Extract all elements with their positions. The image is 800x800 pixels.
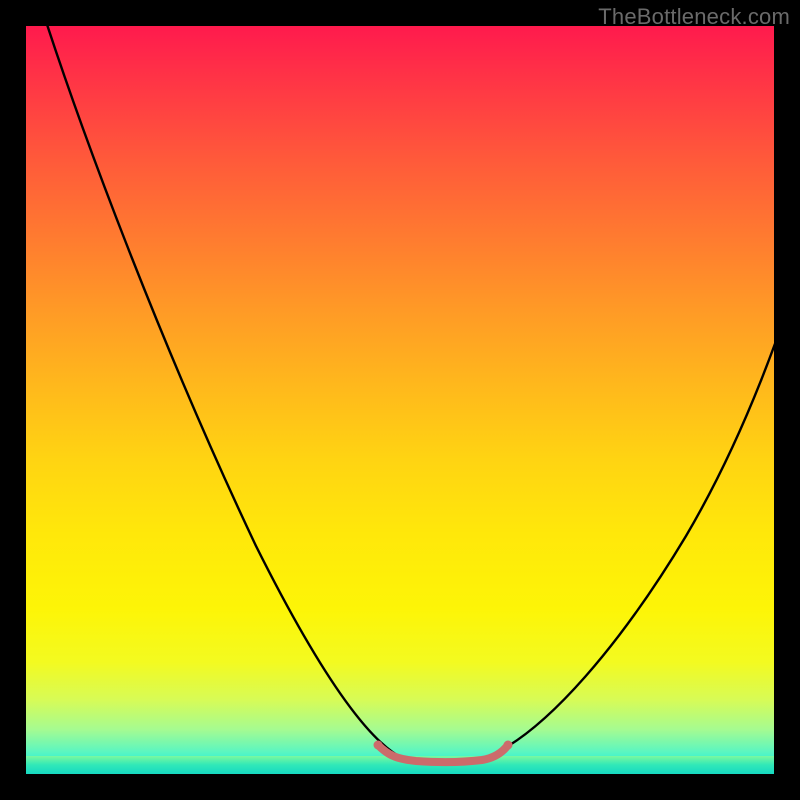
plot-area bbox=[26, 26, 774, 774]
valley-dot-right bbox=[504, 741, 513, 750]
curve-layer bbox=[26, 26, 774, 774]
valley-dot-left bbox=[374, 741, 383, 750]
left-curve bbox=[41, 26, 404, 759]
chart-container: TheBottleneck.com bbox=[0, 0, 800, 800]
right-curve bbox=[482, 341, 774, 759]
valley-highlight bbox=[378, 745, 508, 762]
